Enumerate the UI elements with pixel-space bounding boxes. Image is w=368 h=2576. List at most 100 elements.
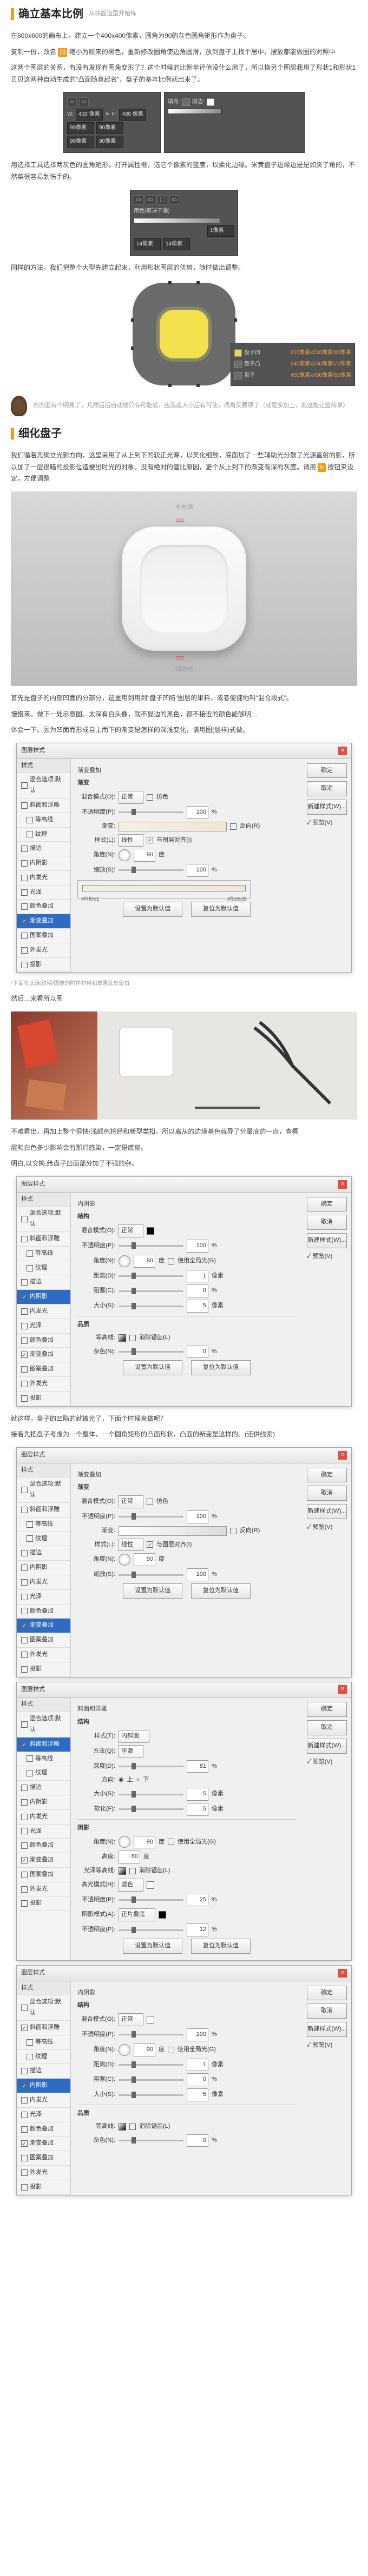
- checkbox-icon[interactable]: ✓: [21, 1741, 28, 1748]
- reset-btn-2[interactable]: 复位为默认值: [191, 1360, 251, 1375]
- hl-op-input[interactable]: 25: [187, 1894, 208, 1907]
- checkbox-icon[interactable]: [21, 1279, 28, 1286]
- sidebar-item-active-3[interactable]: ✓渐变叠加: [17, 1619, 70, 1633]
- sidebar-item[interactable]: 等高线: [17, 1517, 70, 1532]
- checkbox-icon[interactable]: [21, 1487, 28, 1493]
- opacity-input-2[interactable]: 100: [187, 1240, 208, 1253]
- gradient-picker-3[interactable]: [119, 1526, 227, 1536]
- opacity-slider[interactable]: [119, 811, 183, 813]
- sidebar-item[interactable]: 等高线: [17, 1247, 70, 1261]
- dist-input[interactable]: 1: [187, 1270, 208, 1283]
- size-input-5[interactable]: 5: [187, 2088, 208, 2101]
- anchor-point[interactable]: [168, 384, 172, 387]
- checkbox-icon[interactable]: [21, 1366, 28, 1373]
- global-check-5[interactable]: [168, 2047, 174, 2053]
- ok-button-2[interactable]: 确定: [307, 1197, 347, 1212]
- width-input[interactable]: 400 像素: [76, 109, 103, 121]
- sidebar-item[interactable]: 光泽: [17, 1825, 70, 1839]
- sidebar-item[interactable]: 光泽: [17, 1590, 70, 1605]
- sidebar-item[interactable]: 混合选项:默认: [17, 1712, 70, 1738]
- preview-check[interactable]: ✓ 预览(V): [307, 818, 347, 829]
- checkbox-icon[interactable]: [21, 1608, 28, 1614]
- scale-slider[interactable]: [119, 869, 183, 871]
- checkbox-icon[interactable]: [21, 2169, 28, 2176]
- ok-button-5[interactable]: 确定: [307, 1986, 347, 2001]
- checkbox-icon[interactable]: [21, 1308, 28, 1315]
- checkbox-icon[interactable]: [21, 1886, 28, 1893]
- sidebar-item[interactable]: 颜色叠加: [17, 2122, 70, 2137]
- dist-slider[interactable]: [119, 1275, 183, 1277]
- sidebar-item-active-5[interactable]: ✓内阴影: [17, 2079, 70, 2093]
- angle-dial-2[interactable]: [119, 1255, 130, 1267]
- sidebar-item[interactable]: 颜色叠加: [17, 1605, 70, 1619]
- checkbox-icon[interactable]: [21, 1814, 28, 1820]
- anchor-point[interactable]: [234, 318, 237, 322]
- angle-dial-3[interactable]: [119, 1554, 130, 1566]
- bevel-style-select[interactable]: 内斜面: [119, 1730, 149, 1743]
- checkbox-icon[interactable]: [21, 1842, 28, 1849]
- opacity-slider-5[interactable]: [119, 2034, 183, 2035]
- sidebar-item[interactable]: 外发光: [17, 943, 70, 958]
- checkbox-icon[interactable]: [21, 846, 28, 852]
- cancel-button-5[interactable]: 取消: [307, 2003, 347, 2019]
- dist-slider-5[interactable]: [119, 2064, 183, 2066]
- anchor-point[interactable]: [168, 281, 172, 284]
- depth-slider[interactable]: [119, 1766, 183, 1767]
- sidebar-item[interactable]: 等高线: [17, 1752, 70, 1767]
- sidebar-item[interactable]: 混合选项:默认: [17, 1995, 70, 2021]
- close-icon-4[interactable]: ✕: [338, 1685, 347, 1694]
- color-swatch[interactable]: [147, 1227, 154, 1235]
- gloss-contour[interactable]: [119, 1867, 126, 1875]
- checkbox-icon[interactable]: [21, 2068, 28, 2074]
- checkbox-icon[interactable]: [21, 1579, 28, 1586]
- sidebar-item[interactable]: 投影: [17, 2180, 70, 2195]
- reset-btn-4[interactable]: 复位为默认值: [191, 1939, 251, 1954]
- checkbox-icon[interactable]: [21, 1216, 28, 1222]
- sidebar-item[interactable]: 内发光: [17, 1810, 70, 1825]
- noise-input-5[interactable]: 0: [187, 2134, 208, 2147]
- bevel-size-slider[interactable]: [119, 1794, 183, 1795]
- noise-slider-5[interactable]: [119, 2140, 183, 2141]
- hl-mode-select[interactable]: 滤色: [119, 1879, 143, 1892]
- preview-check-5[interactable]: ✓ 预览(V): [307, 2040, 347, 2051]
- sidebar-item[interactable]: 描边: [17, 1781, 70, 1795]
- sidebar-item[interactable]: 外发光: [17, 1377, 70, 1392]
- sidebar-item[interactable]: 投影: [17, 1896, 70, 1911]
- checkbox-icon[interactable]: [27, 1535, 33, 1542]
- new-style-button-2[interactable]: 新建样式(W)...: [307, 1233, 347, 1248]
- sidebar-item[interactable]: 内发光: [17, 1575, 70, 1590]
- angle-dial-5[interactable]: [119, 2044, 130, 2056]
- preview-check-3[interactable]: ✓ 预览(V): [307, 1522, 347, 1533]
- sidebar-item[interactable]: 描边: [17, 2064, 70, 2079]
- color-swatch-5[interactable]: [147, 2016, 154, 2023]
- checkbox-icon[interactable]: ✓: [21, 2082, 28, 2089]
- sidebar-item[interactable]: 外发光: [17, 1648, 70, 1662]
- panel2-slider[interactable]: [134, 218, 220, 223]
- sidebar-item[interactable]: 光泽: [17, 2108, 70, 2122]
- checkbox-icon[interactable]: [21, 2126, 28, 2133]
- sidebar-item[interactable]: 颜色叠加: [17, 1334, 70, 1348]
- checkbox-icon[interactable]: [27, 2054, 33, 2060]
- checkbox-icon[interactable]: [21, 1721, 28, 1728]
- anti-check[interactable]: [129, 1335, 136, 1341]
- checkbox-icon[interactable]: [21, 903, 28, 910]
- sidebar-item[interactable]: 等高线: [17, 813, 70, 828]
- checkbox-icon[interactable]: ✓: [21, 918, 28, 924]
- anchor-point[interactable]: [131, 347, 134, 350]
- sidebar-item[interactable]: 颜色叠加: [17, 900, 70, 914]
- choke-input[interactable]: 0: [187, 1284, 208, 1297]
- blend-mode-select-5[interactable]: 正常: [119, 2013, 143, 2026]
- sh-op-input[interactable]: 12: [187, 1923, 208, 1936]
- choke-slider[interactable]: [119, 1290, 183, 1292]
- opacity-slider-2[interactable]: [119, 1245, 183, 1247]
- opacity-slider-3[interactable]: [119, 1516, 183, 1517]
- sidebar-item-active[interactable]: ✓渐变叠加: [17, 914, 70, 929]
- checkbox-icon[interactable]: [27, 817, 33, 823]
- scale-input-3[interactable]: 100: [187, 1568, 208, 1581]
- sidebar-item[interactable]: 颜色叠加: [17, 1839, 70, 1853]
- checkbox-icon[interactable]: [21, 1507, 28, 1513]
- checkbox-icon[interactable]: [21, 2184, 28, 2191]
- sh-mode-select[interactable]: 正片叠底: [119, 1908, 155, 1921]
- sidebar-item[interactable]: ✓渐变叠加: [17, 1348, 70, 1362]
- checkbox-icon[interactable]: [21, 1236, 28, 1242]
